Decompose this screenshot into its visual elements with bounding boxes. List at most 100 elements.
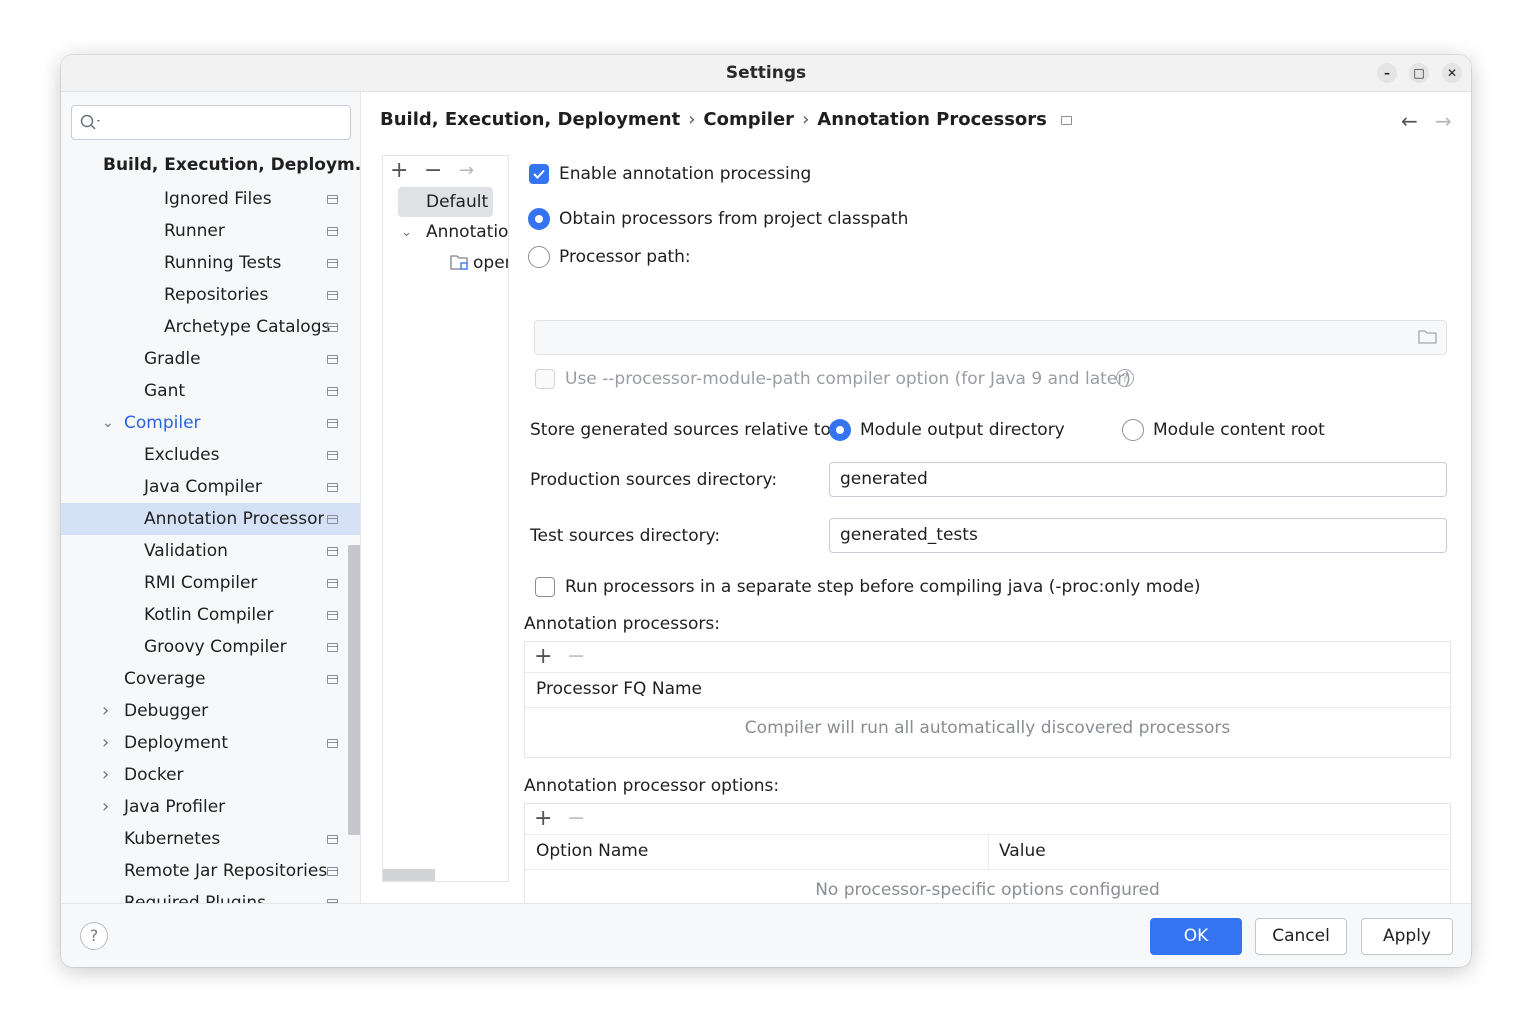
cancel-button[interactable]: Cancel: [1255, 918, 1347, 955]
sidebar-item[interactable]: Running Tests: [61, 247, 349, 279]
processor-fq-column[interactable]: Processor FQ Name: [536, 679, 702, 699]
sidebar-item-label: Kotlin Compiler: [144, 605, 274, 625]
remove-icon[interactable]: −: [424, 158, 442, 183]
sidebar-item[interactable]: Kotlin Compiler: [61, 599, 349, 631]
module-output-label: Module output directory: [860, 420, 1065, 440]
chevron-right-icon[interactable]: ›: [102, 759, 109, 791]
value-column[interactable]: Value: [999, 841, 1046, 861]
processors-table: + − Processor FQ Name Compiler will run …: [524, 641, 1451, 758]
sidebar-item[interactable]: Repositories: [61, 279, 349, 311]
apply-button[interactable]: Apply: [1361, 918, 1453, 955]
sidebar-item[interactable]: Archetype Catalogs: [61, 311, 349, 343]
minimize-button[interactable]: –: [1377, 63, 1397, 83]
sidebar-item[interactable]: Gant: [61, 375, 349, 407]
search-input[interactable]: [71, 105, 351, 140]
option-name-column[interactable]: Option Name: [536, 841, 648, 861]
run-separate-checkbox[interactable]: [535, 577, 555, 597]
sidebar-item-label: Running Tests: [164, 253, 282, 273]
page-icon: [327, 451, 338, 460]
chevron-right-icon[interactable]: ›: [102, 727, 109, 759]
settings-window: Settings – □ ✕ Build, Execution, Deploym…: [61, 55, 1471, 967]
page-icon: [327, 547, 338, 556]
page-icon: [327, 515, 338, 524]
obtain-classpath-label: Obtain processors from project classpath: [559, 209, 909, 229]
folder-icon[interactable]: [1418, 329, 1438, 345]
breadcrumb-item[interactable]: Compiler: [703, 109, 794, 130]
close-button[interactable]: ✕: [1442, 63, 1462, 83]
options-empty-text: No processor-specific options configured: [815, 880, 1160, 900]
breadcrumb: Build, Execution, Deployment › Compiler › An…: [380, 109, 1072, 130]
window-title: Settings: [725, 63, 807, 83]
sidebar-item[interactable]: Required Plugins: [61, 887, 349, 903]
test-dir-input[interactable]: generated_tests: [829, 518, 1447, 553]
enable-annotation-checkbox[interactable]: [529, 164, 549, 184]
sidebar-item[interactable]: Gradle: [61, 343, 349, 375]
add-icon[interactable]: +: [390, 158, 408, 183]
page-icon: [327, 675, 338, 684]
sidebar-item[interactable]: › Deployment: [61, 727, 349, 759]
page-icon: [327, 483, 338, 492]
sidebar-scrollbar[interactable]: [348, 545, 360, 835]
help-button[interactable]: ?: [80, 922, 108, 950]
chevron-right-icon[interactable]: ›: [102, 695, 109, 727]
add-icon[interactable]: +: [534, 804, 552, 834]
sidebar-item[interactable]: Runner: [61, 215, 349, 247]
page-icon: [327, 739, 338, 748]
processor-path-radio[interactable]: [528, 246, 550, 268]
sidebar-item-label: Groovy Compiler: [144, 637, 287, 657]
profiles-scrollbar[interactable]: [383, 869, 435, 881]
sidebar-item[interactable]: Build, Execution, Deploym...: [61, 149, 360, 181]
module-content-radio[interactable]: [1122, 419, 1144, 441]
sidebar-item[interactable]: Coverage: [61, 663, 349, 695]
sidebar-item-label: Kubernetes: [124, 829, 221, 849]
page-icon: [1060, 116, 1072, 125]
sidebar-item[interactable]: › Java Profiler: [61, 791, 349, 823]
breadcrumb-item[interactable]: Build, Execution, Deployment: [380, 109, 680, 130]
options-header: Option Name Value: [525, 835, 1450, 870]
sidebar-item[interactable]: Java Compiler: [61, 471, 349, 503]
sidebar-item[interactable]: Excludes: [61, 439, 349, 471]
sidebar-item[interactable]: ⌄ Compiler: [61, 407, 349, 439]
sidebar-item-label: Ignored Files: [164, 189, 272, 209]
module-path-checkbox[interactable]: [535, 369, 555, 389]
profile-default[interactable]: Default: [398, 187, 493, 217]
processor-path-label: Processor path:: [559, 247, 691, 267]
sidebar-item[interactable]: › Docker: [61, 759, 349, 791]
maximize-button[interactable]: □: [1409, 63, 1429, 83]
chevron-right-icon[interactable]: ›: [102, 791, 109, 823]
page-icon: [327, 835, 338, 844]
remove-icon[interactable]: −: [567, 642, 585, 672]
chevron-down-icon[interactable]: ⌄: [401, 218, 412, 248]
obtain-classpath-radio[interactable]: [528, 208, 550, 230]
profile-group[interactable]: Annotatior: [426, 217, 508, 247]
ok-button[interactable]: OK: [1150, 918, 1242, 955]
move-arrow-icon[interactable]: →: [459, 160, 474, 181]
processor-path-field[interactable]: [534, 320, 1447, 355]
remove-icon[interactable]: −: [567, 804, 585, 834]
sidebar-item[interactable]: Annotation Processors: [61, 503, 360, 535]
page-icon: [327, 419, 338, 428]
sidebar-item[interactable]: Groovy Compiler: [61, 631, 349, 663]
back-arrow-icon[interactable]: ←: [1401, 109, 1418, 133]
forward-arrow-icon[interactable]: →: [1435, 109, 1452, 133]
page-icon: [327, 579, 338, 588]
sidebar-item[interactable]: RMI Compiler: [61, 567, 349, 599]
help-icon[interactable]: ?: [1116, 369, 1134, 387]
page-icon: [327, 195, 338, 204]
profile-module[interactable]: oper: [473, 248, 508, 278]
sidebar-item[interactable]: Kubernetes: [61, 823, 349, 855]
module-output-radio[interactable]: [829, 419, 851, 441]
sidebar-item[interactable]: Ignored Files: [61, 183, 349, 215]
chevron-down-icon[interactable]: ⌄: [102, 407, 114, 439]
sidebar-item-label: Excludes: [144, 445, 220, 465]
sidebar-item[interactable]: Remote Jar Repositories: [61, 855, 349, 887]
page-icon: [327, 867, 338, 876]
sidebar-item-label: Compiler: [124, 413, 201, 433]
sidebar-item[interactable]: Validation: [61, 535, 349, 567]
page-icon: [327, 291, 338, 300]
sidebar-item-label: Validation: [144, 541, 228, 561]
sidebar-item[interactable]: › Debugger: [61, 695, 349, 727]
production-dir-input[interactable]: generated: [829, 462, 1447, 497]
search-icon: [80, 114, 100, 130]
add-icon[interactable]: +: [534, 642, 552, 672]
